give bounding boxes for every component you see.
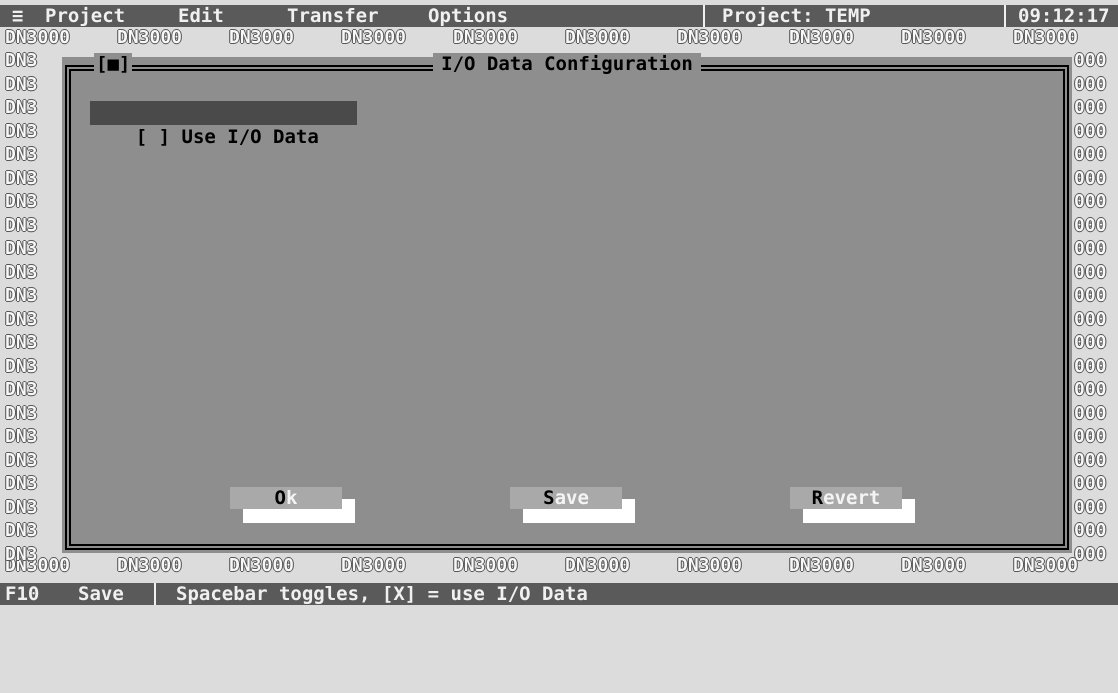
background-tile-text: 000 <box>1074 543 1107 565</box>
menu-edit[interactable]: Edit <box>178 5 224 27</box>
background-tile-text: 000 <box>1074 473 1107 494</box>
background-tile-text: DN3000 <box>117 27 183 48</box>
button-shadow <box>342 499 355 509</box>
background-tile-text: 000 <box>1074 214 1107 236</box>
save-accelerator: S <box>543 487 555 509</box>
background-tile-text: DN3000 <box>565 27 631 48</box>
background-tile-text: DN3 <box>5 308 38 330</box>
button-shadow <box>803 509 915 523</box>
background-tile-text: 000 <box>1074 144 1107 165</box>
menu-options[interactable]: Options <box>428 5 508 27</box>
background-tile-text: 000 <box>1074 285 1107 306</box>
revert-button[interactable]: Revert <box>790 487 915 523</box>
background-tile-text: DN3 <box>5 402 38 424</box>
background-tile-text: DN3000 <box>901 555 967 576</box>
clock: 09:12:17 <box>1018 5 1110 27</box>
background-tile-text: DN3000 <box>677 27 743 48</box>
system-menu-icon[interactable]: ≡ <box>12 5 23 27</box>
background-tile-text: DN3 <box>5 449 38 471</box>
revert-accelerator: R <box>811 487 824 509</box>
button-shadow <box>523 509 635 523</box>
background-tile-text: DN3 <box>5 355 38 377</box>
menu-project[interactable]: Project <box>45 5 125 27</box>
ok-button[interactable]: Ok <box>230 487 355 523</box>
background-tile-text: DN3 <box>5 520 38 541</box>
background-tile-text: 000 <box>1074 332 1107 353</box>
background-tile-text: DN3 <box>5 332 38 353</box>
background-tile-text: DN3 <box>5 191 38 212</box>
background-tile-text: 000 <box>1074 426 1107 447</box>
button-shadow <box>622 499 635 509</box>
background-tile-text: DN3 <box>5 50 38 71</box>
background-tile-text: 000 <box>1074 261 1107 283</box>
background-tile-text: DN3000 <box>117 555 183 576</box>
dialog-title-bar: I/O Data Configuration [■] <box>72 53 1062 77</box>
background-tile-text: 000 <box>1074 379 1107 400</box>
background-tile-text: DN3 <box>5 543 38 565</box>
menu-separator <box>1004 5 1006 27</box>
use-io-data-checkbox[interactable]: [ ] Use I/O Data <box>90 101 357 148</box>
close-icon[interactable]: [■] <box>94 53 133 75</box>
status-hint: Spacebar toggles, [X] = use I/O Data <box>176 583 588 605</box>
background-tile-text: DN3000 <box>789 27 855 48</box>
background-tile-text: DN3000 <box>341 555 407 576</box>
background-tile-text: DN3000 <box>789 555 855 576</box>
checkbox-label: [ ] Use I/O Data <box>135 126 319 148</box>
background-tile-text: DN3 <box>5 285 38 306</box>
background-tile-text: DN3000 <box>1013 27 1079 48</box>
background-tile-text: 000 <box>1074 308 1107 330</box>
ok-accelerator: O <box>274 487 286 509</box>
background-tile-text: DN3 <box>5 97 38 118</box>
save-button[interactable]: Save <box>510 487 635 523</box>
status-separator <box>154 583 156 605</box>
save-label: ave <box>554 487 589 509</box>
button-shadow <box>902 499 915 509</box>
background-tile-text: DN3000 <box>1013 555 1079 576</box>
background-tile-text: DN3000 <box>901 27 967 48</box>
background-tile-text: 000 <box>1074 97 1107 118</box>
background-tile-text: DN3000 <box>341 27 407 48</box>
project-status: Project: TEMP <box>722 5 871 27</box>
background-tile-text: 000 <box>1074 120 1107 142</box>
background-tile-text: DN3 <box>5 73 38 95</box>
background-tile-text: DN3 <box>5 496 38 518</box>
revert-label: evert <box>823 487 881 509</box>
background-tile-text: DN3 <box>5 379 38 400</box>
background-tile-text: 000 <box>1074 191 1107 212</box>
menu-separator <box>703 5 705 27</box>
button-shadow <box>243 509 355 523</box>
f10-key-hint[interactable]: F10 <box>5 583 39 605</box>
background-tile-text: DN3000 <box>453 27 519 48</box>
background-tile-text: DN3 <box>5 214 38 236</box>
background-tile-text: 000 <box>1074 449 1107 471</box>
background-tile-text: DN3 <box>5 473 38 494</box>
io-data-config-dialog: I/O Data Configuration [■] [ ] Use I/O D… <box>62 53 1072 553</box>
menu-bar: ≡ Project Edit Transfer Options Project:… <box>0 5 1118 27</box>
background-tile-text: DN3000 <box>565 555 631 576</box>
background-tile-text: 000 <box>1074 355 1107 377</box>
status-bar: F10 Save Spacebar toggles, [X] = use I/O… <box>0 583 1118 605</box>
background-tile-text: DN3000 <box>229 27 295 48</box>
background-tile-text: DN3 <box>5 238 38 259</box>
background-tile-text: DN3000 <box>229 555 295 576</box>
menu-transfer[interactable]: Transfer <box>287 5 379 27</box>
background-tile-text: DN3 <box>5 426 38 447</box>
ok-label: k <box>286 487 298 509</box>
background-tile-text: DN3 <box>5 120 38 142</box>
f10-action[interactable]: Save <box>78 583 124 605</box>
background-tile-text: DN3 <box>5 144 38 165</box>
background-tile-text: 000 <box>1074 402 1107 424</box>
background-tile-text: 000 <box>1074 520 1107 541</box>
background-tile-text: 000 <box>1074 167 1107 189</box>
background-tile-text: DN3 <box>5 261 38 283</box>
background-tile-text: 000 <box>1074 496 1107 518</box>
background-tile-text: 000 <box>1074 50 1107 71</box>
background-tile-text: DN3000 <box>677 555 743 576</box>
background-tile-text: DN3000 <box>5 27 71 48</box>
background-tile-text: 000 <box>1074 73 1107 95</box>
background-tile-text: 000 <box>1074 238 1107 259</box>
dialog-title: I/O Data Configuration <box>433 53 701 75</box>
background-tile-text: DN3000 <box>453 555 519 576</box>
background-tile-text: DN3 <box>5 167 38 189</box>
